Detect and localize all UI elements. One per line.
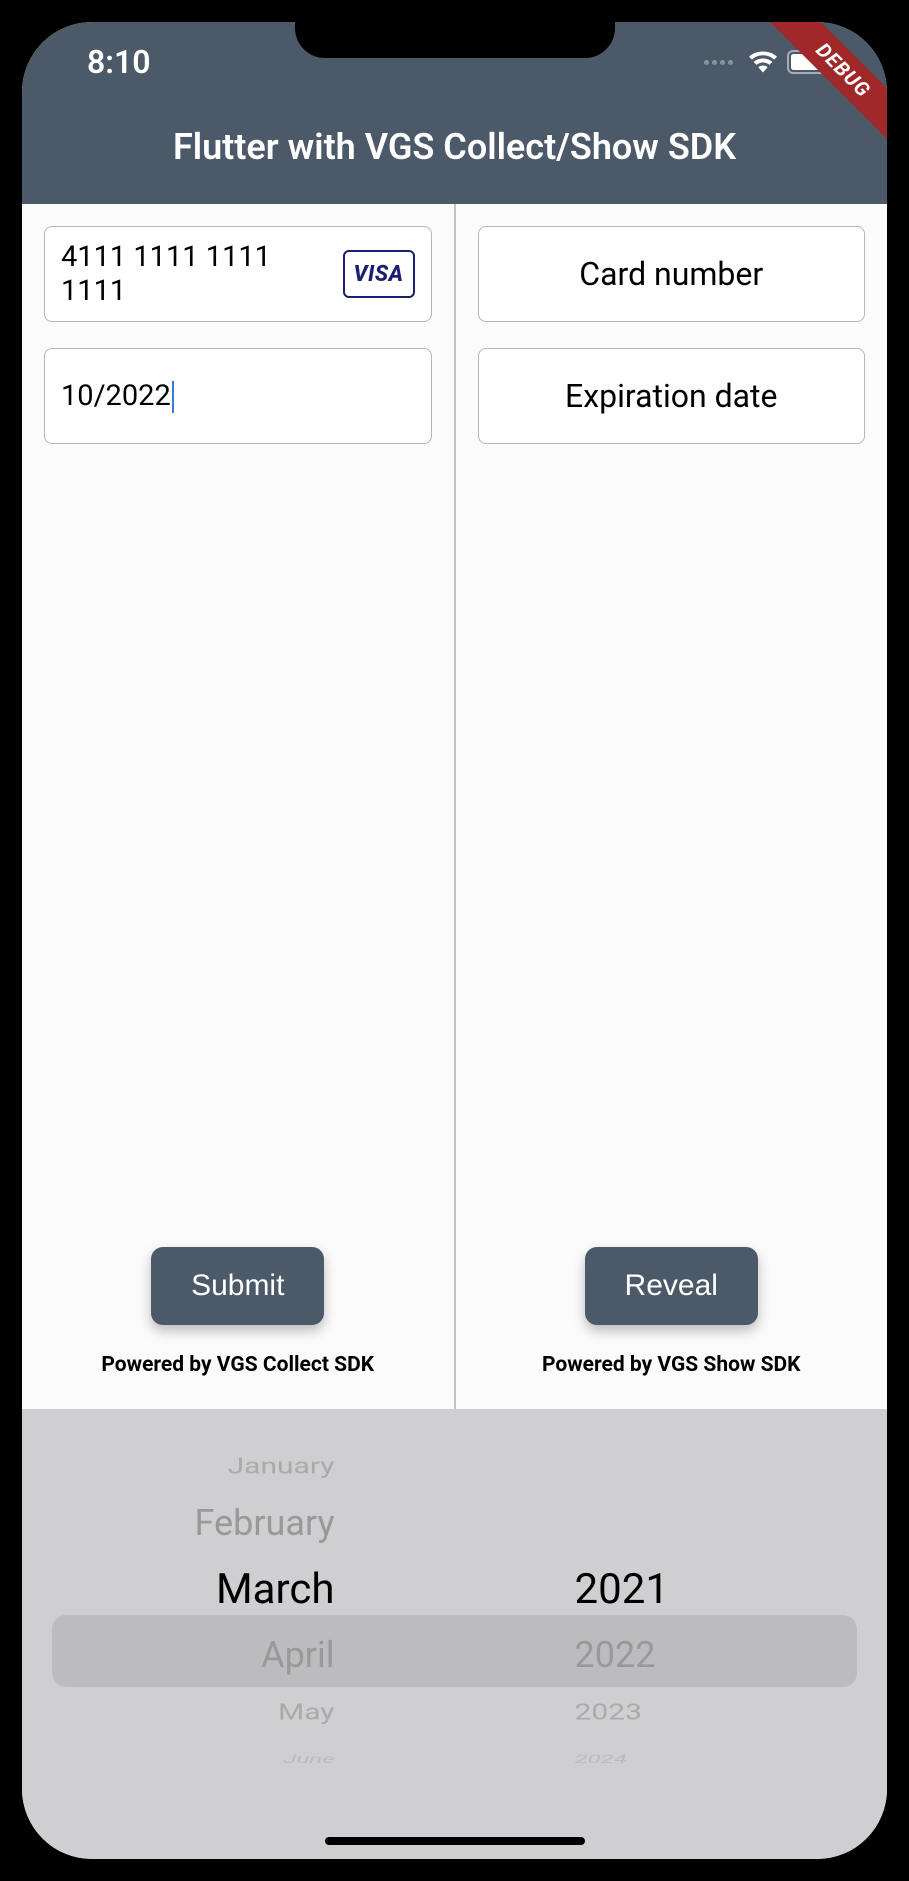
status-time: 8:10 xyxy=(87,43,151,81)
date-picker[interactable]: January February March April May June . … xyxy=(22,1409,887,1859)
picker-item[interactable]: 2022 xyxy=(565,1625,666,1685)
submit-button[interactable]: Submit xyxy=(151,1247,324,1325)
visa-brand-icon: VISA xyxy=(343,250,415,298)
month-picker-wheel[interactable]: January February March April May June xyxy=(22,1439,505,1859)
app-bar: Flutter with VGS Collect/Show SDK xyxy=(22,102,887,204)
picker-item[interactable]: February xyxy=(184,1493,344,1553)
picker-item[interactable]: June xyxy=(274,1749,345,1769)
device-frame: DEBUG 8:10 Flutter with VGS Collect/Show… xyxy=(0,0,909,1881)
show-expiration-date-field: Expiration date xyxy=(478,348,866,444)
card-number-field[interactable]: 4111 1111 1111 1111 VISA xyxy=(44,226,432,322)
text-cursor xyxy=(172,381,174,413)
picker-item[interactable]: 2023 xyxy=(565,1692,652,1733)
cellular-dots-icon xyxy=(704,60,733,65)
show-card-number-field: Card number xyxy=(478,226,866,322)
picker-item-selected[interactable]: 2021 xyxy=(565,1553,679,1625)
screen: DEBUG 8:10 Flutter with VGS Collect/Show… xyxy=(22,22,887,1859)
picker-item[interactable]: April xyxy=(251,1625,344,1685)
expiration-date-input[interactable]: 10/2022 xyxy=(61,379,415,413)
show-column: Card number Expiration date Reveal Power… xyxy=(456,204,888,1409)
picker-item[interactable]: May xyxy=(268,1692,344,1733)
wifi-icon xyxy=(749,51,777,73)
home-indicator[interactable] xyxy=(325,1837,585,1845)
expiration-date-field[interactable]: 10/2022 xyxy=(44,348,432,444)
picker-item[interactable]: 2024 xyxy=(565,1749,637,1769)
picker-item[interactable]: January xyxy=(218,1446,345,1487)
year-picker-wheel[interactable]: . . 2021 2022 2023 2024 xyxy=(505,1439,888,1859)
collect-column: 4111 1111 1111 1111 VISA 10/2022 Submit … xyxy=(22,204,454,1409)
device-notch xyxy=(295,0,615,58)
card-number-input[interactable]: 4111 1111 1111 1111 xyxy=(61,240,343,308)
reveal-button[interactable]: Reveal xyxy=(585,1247,758,1325)
page-title: Flutter with VGS Collect/Show SDK xyxy=(22,126,887,168)
collect-footer: Powered by VGS Collect SDK xyxy=(44,1353,432,1377)
picker-item-selected[interactable]: March xyxy=(206,1553,344,1625)
show-footer: Powered by VGS Show SDK xyxy=(478,1353,866,1377)
main-content: 4111 1111 1111 1111 VISA 10/2022 Submit … xyxy=(22,204,887,1409)
